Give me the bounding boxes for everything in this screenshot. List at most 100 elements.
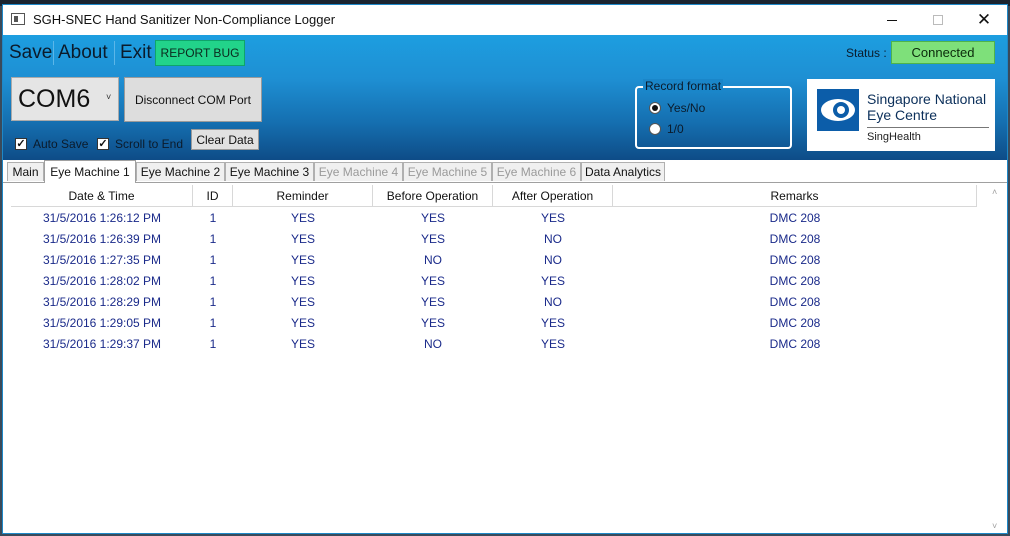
table-row[interactable]: 31/5/2016 1:29:05 PM 1 YES YES YES DMC 208	[11, 312, 977, 333]
table-row[interactable]: 31/5/2016 1:28:02 PM 1 YES YES YES DMC 208	[11, 270, 977, 291]
exit-menu-item[interactable]: Exit	[120, 42, 152, 64]
close-button[interactable]: ✕	[961, 5, 1007, 35]
minimize-button[interactable]	[869, 5, 915, 35]
radio-unselected-icon	[649, 123, 661, 135]
table-cell: YES	[420, 231, 445, 246]
scroll-down-icon[interactable]: ˅	[992, 521, 997, 531]
table-cell: YES	[290, 231, 315, 246]
chevron-down-icon: ˅	[106, 92, 112, 102]
table-cell: 31/5/2016 1:28:02 PM	[42, 273, 162, 288]
app-window: SGH-SNEC Hand Sanitizer Non-Compliance L…	[2, 4, 1008, 534]
table-cell: 1	[209, 252, 217, 267]
com-port-select[interactable]: COM6 ˅	[11, 77, 119, 121]
table-cell: 31/5/2016 1:29:37 PM	[42, 336, 162, 351]
table-cell: YES	[420, 210, 445, 225]
report-bug-button[interactable]: REPORT BUG	[155, 40, 245, 66]
column-header-reminder[interactable]: Reminder	[233, 185, 373, 206]
logo-text-line2: Eye Centre	[867, 107, 938, 123]
table-cell: YES	[290, 273, 315, 288]
auto-save-checkbox[interactable]: ✓ Auto Save	[15, 136, 88, 152]
table-cell: 1	[209, 336, 217, 351]
clear-data-button[interactable]: Clear Data	[191, 129, 259, 150]
column-header-after-operation[interactable]: After Operation	[493, 185, 613, 206]
table-cell: YES	[290, 294, 315, 309]
scroll-to-end-label: Scroll to End	[115, 137, 184, 151]
tab-eye-machine-6: Eye Machine 6	[492, 162, 581, 181]
disconnect-com-port-button[interactable]: Disconnect COM Port	[124, 77, 262, 122]
grid-header: Date & Time ID Reminder Before Operation…	[11, 185, 977, 207]
window-title: SGH-SNEC Hand Sanitizer Non-Compliance L…	[33, 12, 336, 27]
logo-divider	[867, 127, 989, 128]
tab-eye-machine-2[interactable]: Eye Machine 2	[136, 162, 225, 181]
eye-logo-icon	[817, 89, 859, 131]
grid-body: 31/5/2016 1:26:12 PM 1 YES YES YES DMC 208 31/…	[11, 207, 977, 354]
table-cell: YES	[290, 252, 315, 267]
table-cell: YES	[420, 294, 445, 309]
table-cell: NO	[424, 252, 442, 267]
control-header: Save About Exit REPORT BUG Status : Conn…	[3, 35, 1007, 160]
table-cell: YES	[290, 210, 315, 225]
tab-eye-machine-4: Eye Machine 4	[314, 162, 403, 181]
table-cell: YES	[420, 273, 445, 288]
table-cell: 31/5/2016 1:29:05 PM	[42, 315, 162, 330]
table-cell: YES	[540, 210, 565, 225]
table-cell: YES	[290, 336, 315, 351]
about-menu-item[interactable]: About	[58, 42, 108, 64]
record-format-group: Record format Yes/No 1/0	[635, 79, 792, 149]
table-cell: DMC 208	[769, 315, 821, 330]
auto-save-label: Auto Save	[33, 137, 89, 151]
table-cell: YES	[540, 315, 565, 330]
table-cell: DMC 208	[769, 294, 821, 309]
table-cell: 1	[209, 315, 217, 330]
close-icon: ✕	[976, 10, 992, 29]
scroll-to-end-checkbox[interactable]: ✓ Scroll to End	[97, 136, 183, 152]
tab-data-analytics[interactable]: Data Analytics	[581, 162, 665, 181]
app-icon	[11, 13, 25, 25]
table-cell: DMC 208	[769, 252, 821, 267]
minimize-icon	[887, 19, 897, 21]
menu-divider	[53, 41, 54, 65]
record-format-legend: Record format	[643, 79, 724, 93]
maximize-button[interactable]	[915, 5, 961, 35]
column-header-remarks[interactable]: Remarks	[613, 185, 977, 206]
table-cell: 31/5/2016 1:27:35 PM	[42, 252, 162, 267]
column-header-id[interactable]: ID	[193, 185, 233, 206]
table-cell: YES	[420, 315, 445, 330]
tab-eye-machine-3[interactable]: Eye Machine 3	[225, 162, 314, 181]
table-cell: 31/5/2016 1:28:29 PM	[42, 294, 162, 309]
checkbox-check-icon: ✓	[97, 138, 109, 150]
tab-main[interactable]: Main	[7, 162, 44, 181]
table-cell: NO	[544, 294, 562, 309]
table-cell: 1	[209, 273, 217, 288]
table-cell: DMC 208	[769, 231, 821, 246]
table-cell: YES	[540, 273, 565, 288]
table-cell: DMC 208	[769, 273, 821, 288]
save-menu-item[interactable]: Save	[9, 42, 52, 64]
checkbox-check-icon: ✓	[15, 138, 27, 150]
table-row[interactable]: 31/5/2016 1:26:39 PM 1 YES YES NO DMC 208	[11, 228, 977, 249]
tab-strip: Main Eye Machine 1 Eye Machine 2 Eye Mac…	[7, 160, 1007, 183]
tab-eye-machine-1[interactable]: Eye Machine 1	[44, 160, 136, 183]
table-row[interactable]: 31/5/2016 1:27:35 PM 1 YES NO NO DMC 208	[11, 249, 977, 270]
scroll-up-icon[interactable]: ˄	[992, 187, 997, 197]
column-header-before-operation[interactable]: Before Operation	[373, 185, 493, 206]
title-bar[interactable]: SGH-SNEC Hand Sanitizer Non-Compliance L…	[3, 5, 1007, 35]
table-cell: DMC 208	[769, 336, 821, 351]
table-row[interactable]: 31/5/2016 1:28:29 PM 1 YES YES NO DMC 208	[11, 291, 977, 312]
menu-divider	[114, 41, 115, 65]
tab-eye-machine-5: Eye Machine 5	[403, 162, 492, 181]
radio-yes-no[interactable]: Yes/No	[649, 100, 705, 116]
table-row[interactable]: 31/5/2016 1:26:12 PM 1 YES YES YES DMC 208	[11, 207, 977, 228]
table-row[interactable]: 31/5/2016 1:29:37 PM 1 YES NO YES DMC 208	[11, 333, 977, 354]
table-cell: NO	[424, 336, 442, 351]
table-cell: 1	[209, 210, 217, 225]
table-cell: 31/5/2016 1:26:39 PM	[42, 231, 162, 246]
radio-one-zero[interactable]: 1/0	[649, 121, 684, 137]
table-cell: YES	[290, 315, 315, 330]
column-header-date-time[interactable]: Date & Time	[11, 185, 193, 206]
table-cell: NO	[544, 252, 562, 267]
com-port-value: COM6	[18, 85, 91, 113]
table-cell: 31/5/2016 1:26:12 PM	[42, 210, 162, 225]
logo-text-line3: SingHealth	[867, 131, 921, 143]
vertical-scrollbar[interactable]: ˄ ˅	[989, 185, 1006, 533]
